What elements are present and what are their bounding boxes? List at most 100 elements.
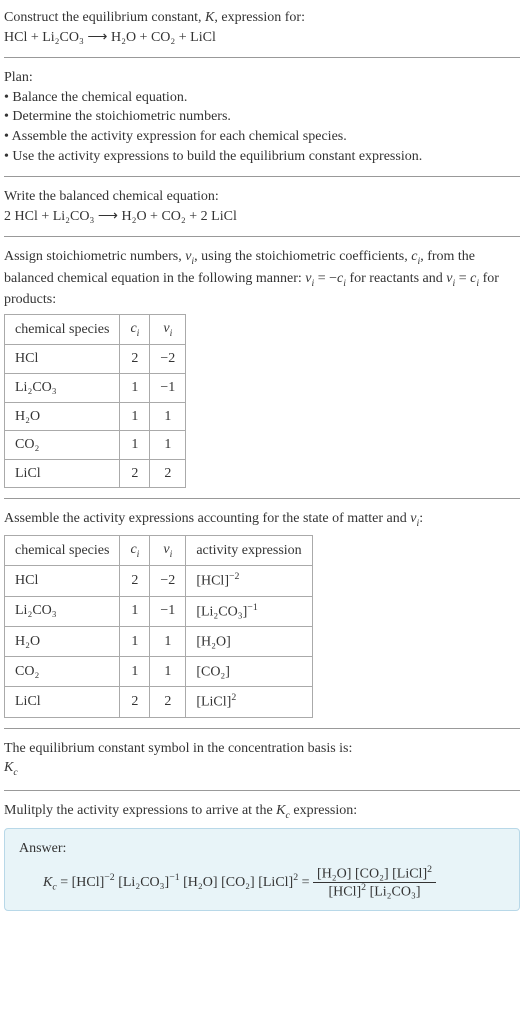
table-row: Li₂CO₃1−1 xyxy=(5,374,186,403)
unbalanced-equation: HCl + Li₂CO₃ ⟶ H₂O + CO₂ + LiCl xyxy=(4,28,520,48)
cell-ci: 1 xyxy=(120,402,150,431)
activity-table: chemical species ci νi activity expressi… xyxy=(4,535,313,718)
cell-vi: 2 xyxy=(150,687,186,717)
table-header-row: chemical species ci νi activity expressi… xyxy=(5,535,313,566)
exp: 2 xyxy=(427,864,432,875)
var-sub: i xyxy=(170,549,173,560)
symbol-section: The equilibrium constant symbol in the c… xyxy=(4,739,520,780)
term: [HCl] xyxy=(72,875,105,890)
table-header-row: chemical species ci νi xyxy=(5,314,186,345)
fraction: [H₂O] [CO₂] [LiCl]2[HCl]2 [Li₂CO₃] xyxy=(313,865,436,900)
header-line1: Construct the equilibrium constant, K, e… xyxy=(4,8,520,28)
cell-vi: −1 xyxy=(150,596,186,626)
multiply-text: Mulitply the activity expressions to arr… xyxy=(4,801,520,823)
cell-species: HCl xyxy=(5,345,120,374)
cell-vi: 1 xyxy=(150,431,186,460)
cell-species: CO₂ xyxy=(5,657,120,687)
bullet-text: Use the activity expressions to build th… xyxy=(12,149,422,164)
act-exp: −2 xyxy=(229,571,239,582)
cell-ci: 2 xyxy=(120,459,150,488)
cell-vi: 1 xyxy=(150,657,186,687)
cell-species: Li₂CO₃ xyxy=(5,596,120,626)
term: [HCl] xyxy=(328,885,361,900)
cell-species: LiCl xyxy=(5,459,120,488)
term: [Li₂CO₃] xyxy=(366,885,420,900)
table-row: HCl2−2[HCl]−2 xyxy=(5,566,313,596)
var-K: K xyxy=(276,803,285,818)
header-activity: activity expression xyxy=(186,535,312,566)
var-sub: i xyxy=(137,549,140,560)
text: Assign stoichiometric numbers, xyxy=(4,249,185,264)
divider xyxy=(4,176,520,177)
cell-species: H₂O xyxy=(5,626,120,656)
assign-section: Assign stoichiometric numbers, νi, using… xyxy=(4,247,520,488)
answer-box: Answer: Kc = [HCl]−2 [Li₂CO₃]−1 [H₂O] [C… xyxy=(4,828,520,911)
cell-vi: −1 xyxy=(150,374,186,403)
text: = − xyxy=(314,271,337,286)
assemble-section: Assemble the activity expressions accoun… xyxy=(4,509,520,717)
text: expression: xyxy=(290,803,357,818)
header-species: chemical species xyxy=(5,314,120,345)
header-vi: νi xyxy=(150,535,186,566)
multiply-section: Mulitply the activity expressions to arr… xyxy=(4,801,520,911)
header-section: Construct the equilibrium constant, K, e… xyxy=(4,8,520,47)
term: [H₂O] [CO₂] [LiCl] xyxy=(317,867,427,882)
cell-species: LiCl xyxy=(5,687,120,717)
balanced-equation: 2 HCl + Li₂CO₃ ⟶ H₂O + CO₂ + 2 LiCl xyxy=(4,207,520,227)
exp: −2 xyxy=(104,872,114,883)
cell-species: Li₂CO₃ xyxy=(5,374,120,403)
table-row: H₂O11[H₂O] xyxy=(5,626,313,656)
assemble-text: Assemble the activity expressions accoun… xyxy=(4,509,520,531)
eq-sign: = xyxy=(298,875,313,890)
cell-activity: [LiCl]2 xyxy=(186,687,312,717)
term: [H₂O] [CO₂] [LiCl] xyxy=(180,875,294,890)
balanced-title: Write the balanced chemical equation: xyxy=(4,187,520,207)
table-row: CO₂11[CO₂] xyxy=(5,657,313,687)
balanced-section: Write the balanced chemical equation: 2 … xyxy=(4,187,520,226)
numerator: [H₂O] [CO₂] [LiCl]2 xyxy=(313,865,436,883)
act-base: [H₂O] xyxy=(196,635,230,650)
answer-equation: Kc = [HCl]−2 [Li₂CO₃]−1 [H₂O] [CO₂] [LiC… xyxy=(19,865,505,900)
plan-title: Plan: xyxy=(4,68,520,88)
cell-ci: 1 xyxy=(120,374,150,403)
text: , using the stoichiometric coefficients, xyxy=(194,249,411,264)
cell-species: CO₂ xyxy=(5,431,120,460)
cell-ci: 1 xyxy=(120,657,150,687)
cell-vi: 2 xyxy=(150,459,186,488)
cell-activity: [CO₂] xyxy=(186,657,312,687)
header-species: chemical species xyxy=(5,535,120,566)
plan-bullet: • Determine the stoichiometric numbers. xyxy=(4,107,520,127)
symbol-text: The equilibrium constant symbol in the c… xyxy=(4,739,520,759)
denominator: [HCl]2 [Li₂CO₃] xyxy=(313,883,436,900)
plan-bullet: • Use the activity expressions to build … xyxy=(4,147,520,167)
var-K: K xyxy=(4,760,13,775)
act-base: [Li₂CO₃] xyxy=(196,604,247,619)
header-ci: ci xyxy=(120,314,150,345)
text: for reactants and xyxy=(346,271,446,286)
cell-ci: 2 xyxy=(120,687,150,717)
assign-text: Assign stoichiometric numbers, νi, using… xyxy=(4,247,520,310)
text: Mulitply the activity expressions to arr… xyxy=(4,803,276,818)
cell-ci: 1 xyxy=(120,596,150,626)
divider xyxy=(4,728,520,729)
cell-ci: 2 xyxy=(120,345,150,374)
table-row: LiCl22 xyxy=(5,459,186,488)
table-row: HCl2−2 xyxy=(5,345,186,374)
header-suffix: , expression for: xyxy=(214,10,305,25)
var-sub: i xyxy=(170,328,173,339)
term: [Li₂CO₃] xyxy=(115,875,169,890)
cell-vi: −2 xyxy=(150,345,186,374)
table-row: H₂O11 xyxy=(5,402,186,431)
table-row: CO₂11 xyxy=(5,431,186,460)
act-exp: −1 xyxy=(247,602,257,613)
header-K: K xyxy=(205,10,214,25)
header-ci: ci xyxy=(120,535,150,566)
cell-ci: 1 xyxy=(120,431,150,460)
var-sub: c xyxy=(13,767,17,778)
header-prefix: Construct the equilibrium constant, xyxy=(4,10,205,25)
act-exp: 2 xyxy=(231,692,236,703)
plan-bullet: • Assemble the activity expression for e… xyxy=(4,127,520,147)
divider xyxy=(4,498,520,499)
cell-species: HCl xyxy=(5,566,120,596)
table-row: Li₂CO₃1−1[Li₂CO₃]−1 xyxy=(5,596,313,626)
